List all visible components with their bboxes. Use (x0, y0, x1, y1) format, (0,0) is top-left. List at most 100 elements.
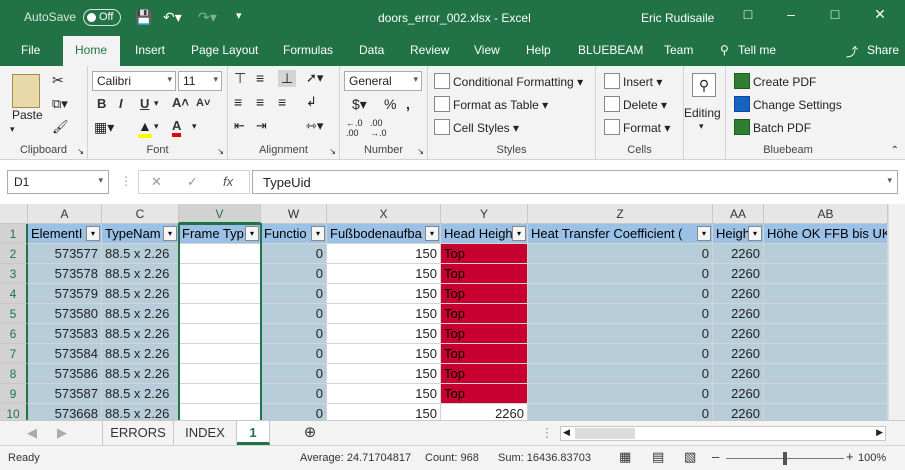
column-header-c[interactable]: C (102, 204, 179, 224)
table-cell[interactable] (179, 264, 261, 284)
table-cell[interactable]: 0 (528, 244, 713, 264)
currency-icon[interactable]: $▾ (352, 96, 367, 113)
table-cell[interactable]: Top (441, 344, 528, 364)
header-cell-height[interactable]: Heigh ▾ (713, 224, 764, 244)
enter-icon[interactable]: ✓ (187, 174, 198, 190)
row-header[interactable]: 8 (0, 364, 28, 384)
format-cells-button[interactable]: Format ▾ (604, 119, 670, 135)
collapse-ribbon-icon[interactable]: ⌃ (891, 145, 899, 156)
count-status[interactable]: Count: 968 (425, 452, 479, 464)
table-cell[interactable]: 573584 (28, 344, 102, 364)
sheet-tab-1[interactable]: 1 (237, 421, 270, 445)
header-cell-frame-type[interactable]: Frame Typ ▾ (179, 224, 261, 244)
table-cell[interactable]: 573668 (28, 404, 102, 420)
cut-icon[interactable]: ✂ (52, 72, 64, 89)
table-cell[interactable] (764, 304, 888, 324)
table-cell[interactable]: 150 (327, 364, 441, 384)
prev-sheet-icon[interactable]: ◀ (22, 421, 42, 445)
tell-me-icon[interactable]: ⚲ (720, 43, 729, 57)
table-cell[interactable]: 0 (261, 404, 327, 420)
worksheet-grid[interactable]: A C V W X Y Z AA AB 1 ElementI ▾ TypeNam ▾… (0, 204, 905, 420)
wrap-text-icon[interactable]: ↲ (306, 94, 317, 110)
table-cell[interactable]: 573580 (28, 304, 102, 324)
table-cell[interactable]: 573578 (28, 264, 102, 284)
table-cell[interactable] (179, 344, 261, 364)
underline-dropdown-icon[interactable]: ▾ (154, 98, 159, 109)
header-cell-hoehe[interactable]: Höhe OK FFB bis UK (764, 224, 888, 244)
expand-formula-icon[interactable]: ▾ (887, 175, 892, 186)
tab-page-layout[interactable]: Page Layout (191, 43, 258, 57)
cell-styles-button[interactable]: Cell Styles ▾ (434, 119, 519, 135)
table-cell[interactable]: 2260 (713, 364, 764, 384)
table-cell[interactable]: 0 (528, 404, 713, 420)
table-cell[interactable]: 88.5 x 2.26 (102, 404, 179, 420)
table-cell[interactable]: 0 (528, 344, 713, 364)
orientation-icon[interactable]: ➚▾ (306, 70, 323, 86)
create-pdf-button[interactable]: Create PDF (734, 73, 816, 89)
table-cell[interactable]: 150 (327, 284, 441, 304)
tab-tell-me[interactable]: Tell me (738, 43, 776, 57)
paste-icon[interactable] (12, 74, 40, 108)
column-header-x[interactable]: X (327, 204, 441, 224)
zoom-out-icon[interactable]: – (712, 449, 719, 464)
fill-color-icon[interactable]: ▲ (138, 118, 152, 138)
column-header-w[interactable]: W (261, 204, 327, 224)
minimize-icon[interactable]: – (778, 6, 804, 26)
delete-cells-button[interactable]: Delete ▾ (604, 96, 667, 112)
table-cell[interactable]: 150 (327, 344, 441, 364)
share-icon[interactable]: ⤴ (846, 43, 858, 60)
table-cell[interactable]: 0 (528, 384, 713, 404)
column-header-a[interactable]: A (28, 204, 102, 224)
zoom-level[interactable]: 100% (858, 452, 886, 464)
table-cell[interactable]: 150 (327, 324, 441, 344)
row-header[interactable]: 2 (0, 244, 28, 264)
sheet-tab-errors[interactable]: ERRORS (102, 421, 174, 445)
font-name-combo[interactable]: Calibri ▾ (92, 71, 176, 91)
row-header[interactable]: 10 (0, 404, 28, 420)
table-cell[interactable]: 573583 (28, 324, 102, 344)
alignment-launcher-icon[interactable]: ↘ (329, 147, 336, 156)
table-cell[interactable]: 0 (261, 364, 327, 384)
redo-icon[interactable]: ↷▾ (198, 9, 217, 26)
number-format-combo[interactable]: General ▾ (344, 71, 422, 91)
table-cell[interactable]: 0 (261, 384, 327, 404)
merge-center-icon[interactable]: ⇿▾ (306, 118, 323, 134)
editing-dropdown-icon[interactable]: ▾ (699, 121, 704, 132)
page-break-view-icon[interactable]: ▧ (684, 449, 696, 465)
select-all-corner[interactable] (0, 204, 28, 224)
header-cell-heat-transfer[interactable]: Heat Transfer Coefficient (▾ (528, 224, 713, 244)
table-cell[interactable]: Top (441, 304, 528, 324)
cancel-icon[interactable]: ✕ (151, 174, 162, 190)
decrease-indent-icon[interactable]: ⇤ (234, 118, 245, 134)
add-sheet-icon[interactable]: ⊕ (298, 421, 322, 445)
table-cell[interactable] (179, 244, 261, 264)
table-cell[interactable]: 2260 (713, 384, 764, 404)
row-header[interactable]: 9 (0, 384, 28, 404)
table-cell[interactable] (179, 284, 261, 304)
table-cell[interactable]: Top (441, 244, 528, 264)
bottom-align-icon[interactable]: ⊥ (278, 70, 297, 87)
table-cell[interactable] (179, 384, 261, 404)
table-cell[interactable] (179, 324, 261, 344)
tab-help[interactable]: Help (526, 43, 551, 57)
filter-dropdown-icon[interactable]: ▾ (311, 226, 325, 241)
scroll-right-icon[interactable]: ▶ (876, 427, 883, 438)
copy-icon[interactable]: ⧉▾ (52, 96, 68, 112)
align-right-icon[interactable]: ≡ (278, 94, 286, 110)
table-cell[interactable]: 0 (261, 324, 327, 344)
tab-bluebeam[interactable]: BLUEBEAM (578, 43, 643, 57)
top-align-icon[interactable]: ⊤ (234, 70, 246, 87)
table-cell[interactable]: 88.5 x 2.26 (102, 244, 179, 264)
header-cell-head-height[interactable]: Head Heigh ▾ (441, 224, 528, 244)
table-cell[interactable]: Top (441, 364, 528, 384)
clipboard-launcher-icon[interactable]: ↘ (77, 147, 84, 156)
tab-share[interactable]: Share (867, 43, 899, 57)
filter-dropdown-icon[interactable]: ▾ (748, 226, 762, 241)
table-cell[interactable]: 0 (528, 324, 713, 344)
table-cell[interactable] (764, 244, 888, 264)
column-header-v[interactable]: V (179, 204, 261, 224)
row-header[interactable]: 6 (0, 324, 28, 344)
header-cell-function[interactable]: Functio ▾ (261, 224, 327, 244)
sheet-tab-index[interactable]: INDEX (174, 421, 237, 445)
table-cell[interactable] (764, 404, 888, 420)
